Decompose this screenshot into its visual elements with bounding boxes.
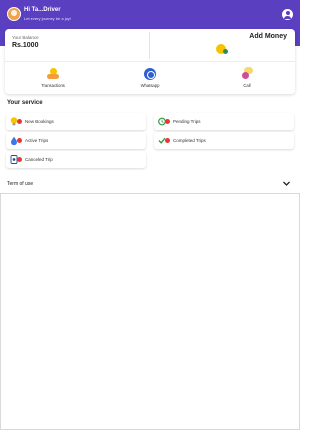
- balance-amount: Rs.1000: [12, 42, 39, 49]
- chevron-down-icon[interactable]: [282, 180, 291, 187]
- badge: [165, 138, 170, 143]
- whatsapp-label: Whatsapp: [140, 83, 160, 88]
- service-label: Completed Trips: [173, 138, 206, 143]
- wallet-card: Your Balance Rs.1000 Add Money Transacti…: [5, 29, 295, 94]
- call-button[interactable]: Call: [199, 62, 295, 94]
- service-label: Active Trips: [25, 138, 49, 143]
- service-label: Pending Trips: [173, 119, 201, 124]
- call-icon: [242, 67, 254, 79]
- divider: [149, 32, 150, 59]
- plus-badge-icon[interactable]: [223, 49, 228, 54]
- balance-box: Your Balance Rs.1000: [5, 29, 149, 61]
- service-label: New Bookings: [25, 119, 54, 124]
- avatar[interactable]: [7, 7, 21, 21]
- service-active-trips[interactable]: Active Trips: [6, 132, 146, 149]
- profile-icon[interactable]: [282, 9, 293, 20]
- whatsapp-button[interactable]: Whatsapp: [102, 62, 198, 94]
- greeting-text: Hi Ta...Driver: [24, 7, 61, 13]
- service-completed-trips[interactable]: Completed Trips: [154, 132, 294, 149]
- add-money-button[interactable]: Add Money: [249, 33, 287, 40]
- badge: [17, 119, 22, 124]
- transactions-icon: [47, 68, 59, 80]
- transactions-label: Transactions: [41, 83, 65, 88]
- balance-label: Your Balance: [12, 35, 39, 40]
- badge: [17, 138, 22, 143]
- terms-of-use-label[interactable]: Term of use: [7, 181, 33, 187]
- badge: [165, 119, 170, 124]
- badge: [17, 157, 22, 162]
- service-new-bookings[interactable]: New Bookings: [6, 113, 146, 130]
- service-canceled-trip[interactable]: Canceled Trip: [6, 151, 146, 168]
- whatsapp-icon: [144, 68, 156, 80]
- terms-content-panel: [0, 193, 300, 430]
- section-title: Your service: [7, 100, 43, 106]
- greeting-subtitle: Let every journey be a joy!: [24, 16, 71, 21]
- service-pending-trips[interactable]: Pending Trips: [154, 113, 294, 130]
- transactions-button[interactable]: Transactions: [5, 62, 101, 94]
- service-label: Canceled Trip: [25, 157, 53, 162]
- call-label: Call: [243, 83, 251, 88]
